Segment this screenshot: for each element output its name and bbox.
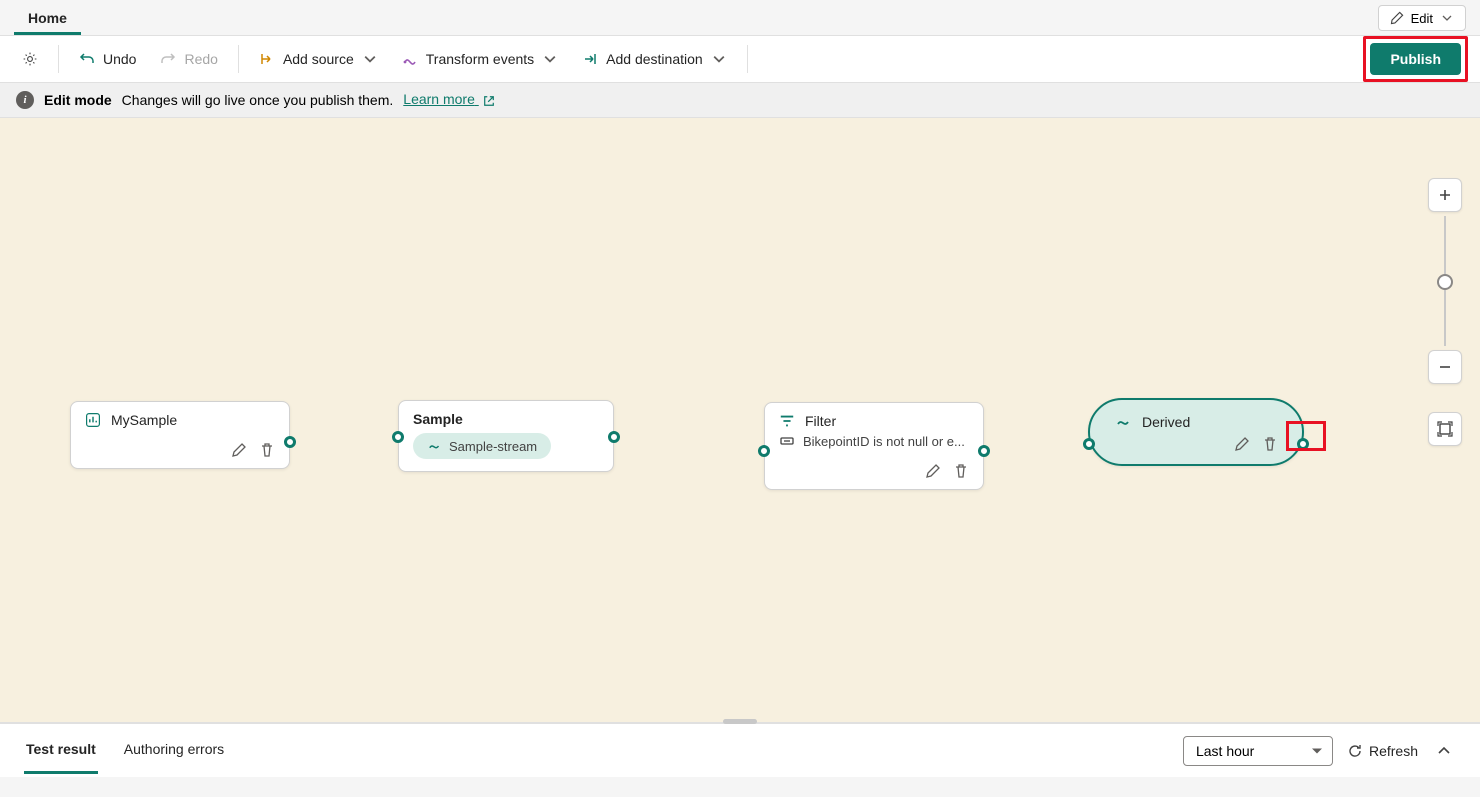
output-port-highlight (1286, 421, 1326, 451)
expand-panel-button[interactable] (1432, 739, 1456, 763)
node-mysample[interactable]: MySample (70, 401, 290, 469)
input-port[interactable] (392, 431, 404, 443)
delete-node-button[interactable] (1262, 436, 1280, 454)
input-port[interactable] (758, 445, 770, 457)
node-title: Derived (1142, 414, 1190, 430)
output-port[interactable] (978, 445, 990, 457)
info-icon: i (16, 91, 34, 109)
edit-button[interactable]: Edit (1378, 5, 1466, 31)
add-source-label: Add source (283, 51, 354, 67)
chevron-down-icon (362, 51, 378, 67)
input-port[interactable] (1083, 438, 1095, 450)
redo-label: Redo (184, 51, 217, 67)
node-title: MySample (111, 412, 177, 428)
output-port[interactable] (284, 436, 296, 448)
external-link-icon (481, 93, 497, 109)
transform-icon (402, 51, 418, 67)
chevron-down-icon (542, 51, 558, 67)
learn-more-text: Learn more (403, 91, 475, 107)
stream-pill: Sample-stream (413, 433, 551, 459)
time-range-select[interactable]: Last hour (1183, 736, 1333, 766)
tab-test-result[interactable]: Test result (24, 727, 98, 774)
refresh-icon (1347, 743, 1363, 759)
edit-node-button[interactable] (231, 442, 249, 460)
resize-handle[interactable] (723, 719, 757, 724)
zoom-controls (1428, 178, 1462, 446)
undo-label: Undo (103, 51, 136, 67)
chevron-down-icon (711, 51, 727, 67)
filter-icon (779, 413, 795, 429)
gear-icon (22, 51, 38, 67)
edit-mode-message: Changes will go live once you publish th… (122, 92, 394, 108)
edges (0, 118, 300, 268)
chevron-down-icon (1439, 10, 1455, 26)
node-title: Sample (413, 411, 463, 427)
delete-node-button[interactable] (953, 463, 971, 481)
publish-button[interactable]: Publish (1370, 43, 1461, 75)
canvas[interactable]: MySample Sample Sample-stream Filter (0, 118, 1480, 723)
zoom-thumb[interactable] (1437, 274, 1453, 290)
zoom-fit-button[interactable] (1428, 412, 1462, 446)
delete-node-button[interactable] (259, 442, 277, 460)
bottom-panel: Test result Authoring errors Last hour R… (0, 723, 1480, 777)
edit-mode-label: Edit mode (44, 92, 112, 108)
node-filter[interactable]: Filter BikepointID is not null or e... (764, 402, 984, 490)
zoom-in-button[interactable] (1428, 178, 1462, 212)
redo-button[interactable]: Redo (150, 45, 227, 73)
tab-bar: Home Edit (0, 0, 1480, 35)
undo-icon (79, 51, 95, 67)
separator (58, 45, 59, 73)
edit-label: Edit (1411, 11, 1433, 26)
stream-label: Sample-stream (449, 439, 537, 454)
add-destination-label: Add destination (606, 51, 703, 67)
stream-icon (1116, 414, 1132, 430)
undo-button[interactable]: Undo (69, 45, 146, 73)
learn-more-link[interactable]: Learn more (403, 91, 496, 108)
chart-icon (85, 412, 101, 428)
destination-icon (582, 51, 598, 67)
filter-detail: BikepointID is not null or e... (803, 434, 965, 449)
info-bar: i Edit mode Changes will go live once yo… (0, 83, 1480, 118)
tab-home[interactable]: Home (14, 4, 81, 35)
separator (747, 45, 748, 73)
stream-icon (427, 438, 443, 454)
settings-button[interactable] (12, 45, 48, 73)
node-title: Filter (805, 413, 836, 429)
refresh-button[interactable]: Refresh (1347, 743, 1418, 759)
transform-button[interactable]: Transform events (392, 45, 568, 73)
separator (238, 45, 239, 73)
zoom-slider[interactable] (1444, 216, 1446, 346)
output-port[interactable] (608, 431, 620, 443)
refresh-label: Refresh (1369, 743, 1418, 759)
add-source-button[interactable]: Add source (249, 45, 388, 73)
add-destination-button[interactable]: Add destination (572, 45, 737, 73)
tab-authoring-errors[interactable]: Authoring errors (122, 727, 226, 774)
zoom-out-button[interactable] (1428, 350, 1462, 384)
edit-node-button[interactable] (925, 463, 943, 481)
toolbar: Undo Redo Add source Transform events Ad… (0, 35, 1480, 83)
pencil-icon (1389, 10, 1405, 26)
node-sample[interactable]: Sample Sample-stream (398, 400, 614, 472)
edit-node-button[interactable] (1234, 436, 1252, 454)
node-derived[interactable]: Derived (1088, 398, 1304, 466)
redo-icon (160, 51, 176, 67)
source-icon (259, 51, 275, 67)
publish-highlight: Publish (1363, 36, 1468, 82)
transform-label: Transform events (426, 51, 534, 67)
condition-icon (779, 433, 795, 449)
